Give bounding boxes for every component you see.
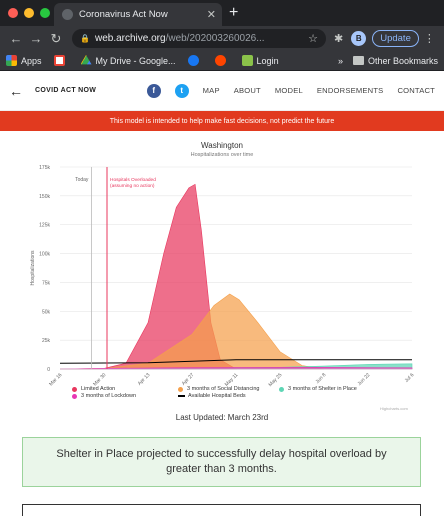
other-bookmarks[interactable]: Other Bookmarks xyxy=(368,56,438,66)
nav-map[interactable]: MAP xyxy=(203,86,220,95)
bookmarks-bar: Apps My Drive - Google... Login » Other … xyxy=(0,51,444,71)
facebook-icon[interactable]: f xyxy=(146,83,161,98)
extensions-icon[interactable]: ✱ xyxy=(334,32,343,45)
site-header: ← COVID ACT NOW f t MAP ABOUT MODEL ENDO… xyxy=(0,71,444,111)
url-host: web.archive.org xyxy=(94,33,166,44)
bookmark-label: My Drive - Google... xyxy=(95,55,176,66)
legend-hospital-beds[interactable]: Available Hospital Beds xyxy=(178,393,246,399)
twitter-icon[interactable]: t xyxy=(174,83,189,98)
menu-kebab-icon[interactable]: ⋮ xyxy=(424,32,435,45)
x-tick-label: Jul 6 xyxy=(404,372,416,384)
y-tick-label: 125k xyxy=(39,223,50,229)
legend-label: 3 months of Shelter in Place xyxy=(288,386,357,392)
y-axis-label: Hospitalizations xyxy=(30,250,36,286)
lock-icon[interactable]: 🔒 xyxy=(80,34,90,43)
reload-icon[interactable]: ↻ xyxy=(46,31,66,47)
gmail-icon xyxy=(53,55,65,66)
apps-icon xyxy=(6,55,17,66)
y-tick-label: 75k xyxy=(42,280,51,286)
legend-line-icon xyxy=(178,395,185,397)
minimize-window-button[interactable] xyxy=(24,8,34,18)
address-bar[interactable]: 🔒 web.archive.org/web/202003260026... ☆ xyxy=(72,29,326,48)
tab-favicon-icon xyxy=(62,9,73,20)
today-label: Today xyxy=(75,177,89,183)
facebook-icon xyxy=(187,55,199,66)
y-tick-label: 0 xyxy=(47,367,50,373)
y-tick-label: 50k xyxy=(42,309,51,315)
back-arrow-icon[interactable]: ← xyxy=(9,83,23,99)
disclaimer-banner: This model is intended to help make fast… xyxy=(0,111,444,131)
profile-avatar[interactable]: B xyxy=(351,31,367,46)
x-tick-label: Apr 27 xyxy=(181,372,196,387)
y-tick-label: 100k xyxy=(39,252,50,258)
y-tick-label: 150k xyxy=(39,194,50,200)
close-window-button[interactable] xyxy=(8,8,18,18)
x-tick-label: Mar 16 xyxy=(48,372,63,387)
browser-tab[interactable]: Coronavirus Act Now ✕ xyxy=(54,3,222,26)
nav-model[interactable]: MODEL xyxy=(275,86,303,95)
update-button[interactable]: Update xyxy=(372,30,419,47)
hospitalizations-chart: 0 25k 50k 75k 100k 125k 150k 175k Hospitalizatio… xyxy=(30,165,416,388)
legend-label: 3 months of Social Distancing xyxy=(187,386,260,392)
x-tick-label: Jun 8 xyxy=(315,372,328,385)
bookmark-label: Login xyxy=(256,55,279,66)
reddit-icon xyxy=(214,55,226,66)
bookmark-gmail[interactable] xyxy=(53,55,69,66)
legend-limited-action[interactable]: Limited Action xyxy=(72,386,115,392)
legend-dot-icon xyxy=(72,393,77,399)
drive-icon xyxy=(80,55,92,65)
maximize-window-button[interactable] xyxy=(40,8,50,18)
login-icon xyxy=(241,55,253,66)
site-brand[interactable]: COVID ACT NOW xyxy=(35,87,96,94)
next-section-box xyxy=(22,504,421,516)
y-tick-label: 175k xyxy=(39,165,50,171)
legend-dot-icon xyxy=(178,386,183,392)
nav-contact[interactable]: CONTACT xyxy=(397,86,435,95)
overload-label: Hospitals Overloaded xyxy=(110,177,156,183)
last-updated: Last Updated: March 23rd xyxy=(175,413,269,422)
browser-tab-strip: Coronavirus Act Now ✕ + xyxy=(0,0,444,26)
legend-dot-icon xyxy=(279,386,284,392)
new-tab-button[interactable]: + xyxy=(229,4,238,22)
y-tick-label: 25k xyxy=(42,338,51,344)
site-nav: f t MAP ABOUT MODEL ENDORSEMENTS CONTACT xyxy=(146,83,435,98)
legend-label: 3 months of Lockdown xyxy=(81,393,137,399)
chart-container: Washington Hospitalizations over time 02… xyxy=(0,131,444,421)
legend-lockdown[interactable]: 3 months of Lockdown xyxy=(72,393,136,399)
bookmark-facebook[interactable] xyxy=(187,55,203,66)
back-icon[interactable]: ← xyxy=(6,31,26,46)
folder-icon xyxy=(352,56,364,65)
bookmark-apps[interactable]: Apps xyxy=(6,55,42,66)
legend-label: Limited Action xyxy=(81,386,116,392)
x-tick-label: Jun 22 xyxy=(357,372,372,387)
projection-callout: Shelter in Place projected to successful… xyxy=(22,437,421,487)
bookmark-reddit[interactable] xyxy=(214,55,230,66)
chart-credit[interactable]: Highcharts.com xyxy=(380,406,408,411)
forward-icon[interactable]: → xyxy=(26,31,46,46)
legend-dot-icon xyxy=(72,386,77,392)
x-tick-label: Apr 13 xyxy=(137,372,152,387)
nav-about[interactable]: ABOUT xyxy=(234,86,261,95)
window-controls xyxy=(8,8,50,18)
legend-shelter-in-place[interactable]: 3 months of Shelter in Place xyxy=(279,386,357,392)
nav-endorsements[interactable]: ENDORSEMENTS xyxy=(317,86,384,95)
bookmark-label: Apps xyxy=(21,55,42,66)
bookmark-star-icon[interactable]: ☆ xyxy=(308,32,318,45)
overload-label: (assuming no action) xyxy=(110,183,155,189)
legend-social-distancing[interactable]: 3 months of Social Distancing xyxy=(178,386,259,392)
callout-text: Shelter in Place projected to successful… xyxy=(56,448,387,475)
bookmarks-overflow-icon[interactable]: » xyxy=(338,56,343,66)
url-path: /web/202003260026... xyxy=(165,33,265,44)
tab-close-icon[interactable]: ✕ xyxy=(207,8,216,21)
tab-title: Coronavirus Act Now xyxy=(79,9,168,20)
legend-label: Available Hospital Beds xyxy=(188,393,246,399)
bookmark-drive[interactable]: My Drive - Google... xyxy=(80,55,176,66)
browser-toolbar: ← → ↻ 🔒 web.archive.org/web/202003260026… xyxy=(0,26,444,51)
bookmark-login[interactable]: Login xyxy=(241,55,279,66)
